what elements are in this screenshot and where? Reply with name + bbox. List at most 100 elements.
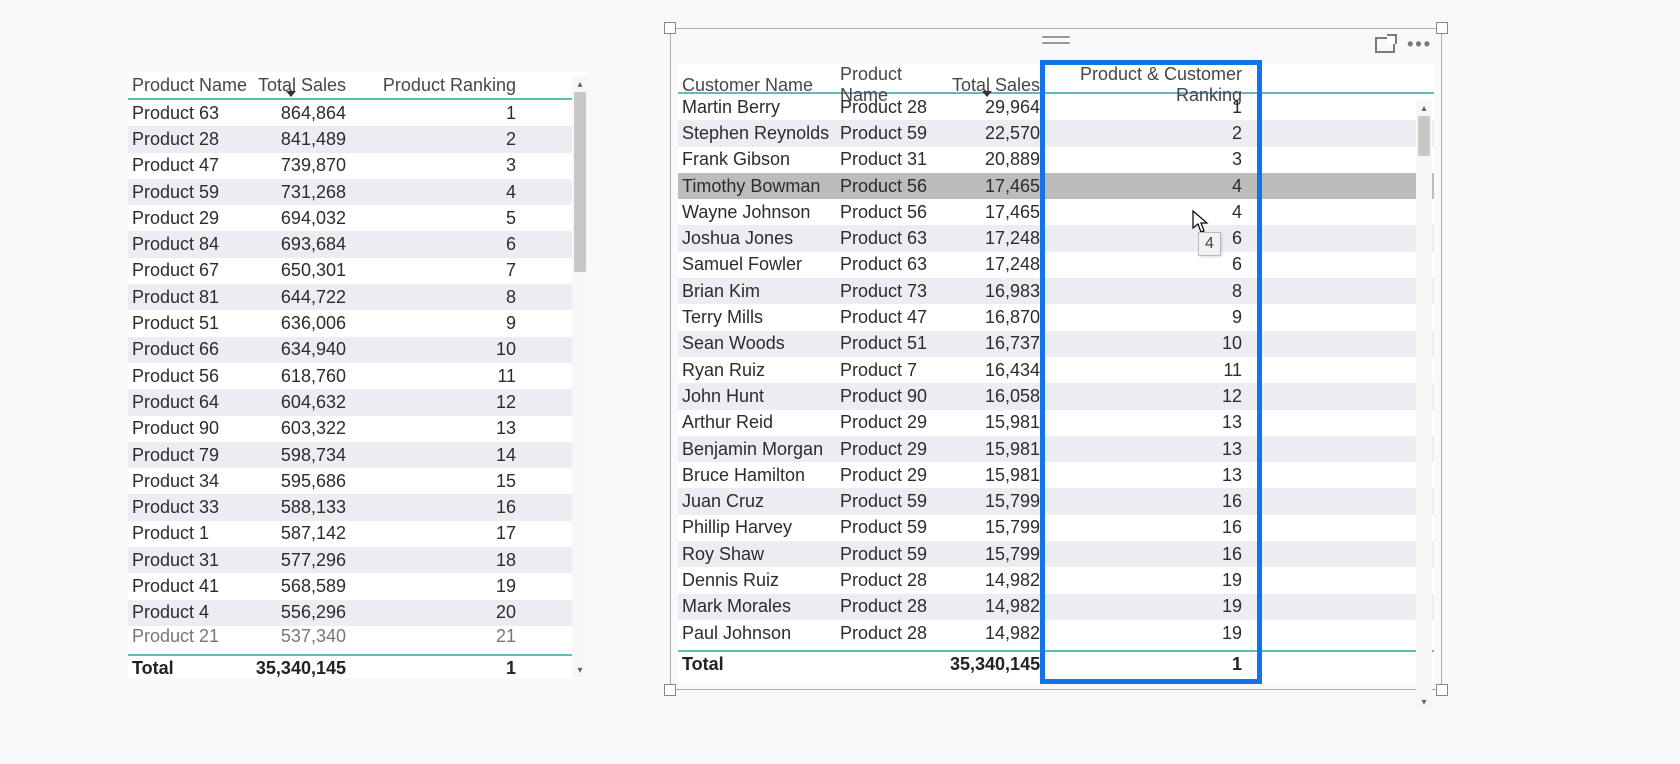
table-body[interactable]: Martin BerryProduct 2829,9641Stephen Rey… xyxy=(678,94,1434,650)
scroll-up-icon[interactable]: ▴ xyxy=(572,76,588,92)
table-row[interactable]: Product 67650,3017 xyxy=(128,258,588,284)
cell-customer: Arthur Reid xyxy=(682,412,840,433)
col-product-name[interactable]: Product Name xyxy=(132,75,254,96)
table-row[interactable]: Timothy BowmanProduct 5617,4654 xyxy=(678,173,1434,199)
table-row[interactable]: Product 47739,8703 xyxy=(128,153,588,179)
table-row[interactable]: Product 29694,0325 xyxy=(128,205,588,231)
table-row[interactable]: Product 90603,32213 xyxy=(128,416,588,442)
cell-sales: 604,632 xyxy=(254,392,364,413)
table-row[interactable]: Wayne JohnsonProduct 5617,4654 xyxy=(678,199,1434,225)
cell-rank: 10 xyxy=(364,339,534,360)
scroll-down-icon[interactable]: ▾ xyxy=(572,662,588,678)
cell-sales: 731,268 xyxy=(254,182,364,203)
cell-product: Product 59 xyxy=(840,123,950,144)
scrollbar-thumb[interactable] xyxy=(574,92,586,272)
resize-handle-br[interactable] xyxy=(1436,684,1448,696)
resize-handle-bl[interactable] xyxy=(664,684,676,696)
table-row[interactable]: Product 64604,63212 xyxy=(128,389,588,415)
table-row[interactable]: Product 4556,29620 xyxy=(128,600,588,626)
customer-product-ranking-table[interactable]: Customer Name Product Name Total Sales P… xyxy=(678,64,1434,682)
table-row[interactable]: Product 41568,58919 xyxy=(128,573,588,599)
table-row[interactable]: Frank GibsonProduct 3120,8893 xyxy=(678,147,1434,173)
cell-rank: 19 xyxy=(1042,623,1258,644)
table-row[interactable]: Product 79598,73414 xyxy=(128,442,588,468)
table-row[interactable]: Arthur ReidProduct 2915,98113 xyxy=(678,410,1434,436)
col-product-ranking[interactable]: Product Ranking xyxy=(364,75,534,96)
cell-rank: 6 xyxy=(1042,228,1258,249)
table-row[interactable]: Bruce HamiltonProduct 2915,98113 xyxy=(678,462,1434,488)
table-row[interactable]: Brian KimProduct 7316,9838 xyxy=(678,278,1434,304)
product-ranking-table[interactable]: Product Name Total Sales Product Ranking… xyxy=(128,72,588,678)
table-row[interactable]: Product 84693,6846 xyxy=(128,231,588,257)
cell-rank: 21 xyxy=(364,626,534,646)
cell-product: Product 73 xyxy=(840,281,950,302)
drag-handle-icon[interactable] xyxy=(1042,36,1070,44)
table-row[interactable]: Product 31577,29618 xyxy=(128,547,588,573)
col-total-sales[interactable]: Total Sales xyxy=(254,75,364,96)
cell-sales: 634,940 xyxy=(254,339,364,360)
cell-rank: 12 xyxy=(1042,386,1258,407)
table-row[interactable]: Product 33588,13316 xyxy=(128,494,588,520)
table-row[interactable]: Stephen ReynoldsProduct 5922,5702 xyxy=(678,120,1434,146)
table-row[interactable]: Product 63864,8641 xyxy=(128,100,588,126)
cell-sales: 16,058 xyxy=(950,386,1042,407)
table-row[interactable]: Product 21537,34021 xyxy=(128,626,588,646)
vertical-scrollbar[interactable]: ▴ ▾ xyxy=(1416,100,1432,710)
scrollbar-track[interactable] xyxy=(572,92,588,662)
scrollbar-track[interactable] xyxy=(1416,116,1432,694)
cell-product: Product 29 xyxy=(840,439,950,460)
table-row[interactable]: Product 59731,2684 xyxy=(128,179,588,205)
cell-rank: 13 xyxy=(1042,439,1258,460)
cell-rank: 18 xyxy=(364,550,534,571)
table-row[interactable]: John HuntProduct 9016,05812 xyxy=(678,383,1434,409)
table-row[interactable]: Dennis RuizProduct 2814,98219 xyxy=(678,567,1434,593)
table-body[interactable]: Product 63864,8641Product 28841,4892Prod… xyxy=(128,100,588,654)
col-total-sales[interactable]: Total Sales xyxy=(950,75,1042,96)
focus-mode-icon[interactable] xyxy=(1375,37,1395,53)
more-options-icon[interactable]: ••• xyxy=(1407,34,1432,55)
table-row[interactable]: Benjamin MorganProduct 2915,98113 xyxy=(678,436,1434,462)
table-row[interactable]: Roy ShawProduct 5915,79916 xyxy=(678,541,1434,567)
table-row[interactable]: Product 81644,7228 xyxy=(128,284,588,310)
total-label: Total xyxy=(132,658,254,679)
table-row[interactable]: Product 1587,14217 xyxy=(128,521,588,547)
cell-sales: 22,570 xyxy=(950,123,1042,144)
table-row[interactable]: Product 28841,4892 xyxy=(128,126,588,152)
table-row[interactable]: Sean WoodsProduct 5116,73710 xyxy=(678,331,1434,357)
cell-product: Product 59 xyxy=(840,544,950,565)
resize-handle-tr[interactable] xyxy=(1436,22,1448,34)
table-row[interactable]: Ryan RuizProduct 716,43411 xyxy=(678,357,1434,383)
col-customer-name[interactable]: Customer Name xyxy=(682,75,840,96)
cell-sales: 14,982 xyxy=(950,596,1042,617)
table-row[interactable]: Terry MillsProduct 4716,8709 xyxy=(678,304,1434,330)
table-row[interactable]: Martin BerryProduct 2829,9641 xyxy=(678,94,1434,120)
cell-sales: 537,340 xyxy=(254,626,364,646)
cell-sales: 864,864 xyxy=(254,103,364,124)
table-row[interactable]: Mark MoralesProduct 2814,98219 xyxy=(678,594,1434,620)
table-header[interactable]: Customer Name Product Name Total Sales P… xyxy=(678,64,1434,94)
cell-sales: 603,322 xyxy=(254,418,364,439)
table-row[interactable]: Product 56618,76011 xyxy=(128,363,588,389)
customer-product-ranking-visual[interactable]: ••• Customer Name Product Name Total Sal… xyxy=(670,28,1442,690)
table-row[interactable]: Product 66634,94010 xyxy=(128,337,588,363)
table-row[interactable]: Product 51636,0069 xyxy=(128,310,588,336)
cell-rank: 4 xyxy=(1042,202,1258,223)
table-row[interactable]: Product 34595,68615 xyxy=(128,468,588,494)
table-row[interactable]: Phillip HarveyProduct 5915,79916 xyxy=(678,515,1434,541)
scrollbar-thumb[interactable] xyxy=(1418,116,1430,156)
table-row[interactable]: Samuel FowlerProduct 6317,2486 xyxy=(678,252,1434,278)
cell-sales: 14,982 xyxy=(950,623,1042,644)
table-row[interactable]: Paul JohnsonProduct 2814,98219 xyxy=(678,620,1434,646)
resize-handle-tl[interactable] xyxy=(664,22,676,34)
table-header[interactable]: Product Name Total Sales Product Ranking xyxy=(128,72,588,100)
vertical-scrollbar[interactable]: ▴ ▾ xyxy=(572,76,588,678)
cell-rank: 15 xyxy=(364,471,534,492)
table-row[interactable]: Joshua JonesProduct 6317,2486 xyxy=(678,225,1434,251)
cell-product: Product 56 xyxy=(840,176,950,197)
table-row[interactable]: Juan CruzProduct 5915,79916 xyxy=(678,488,1434,514)
cell-customer: Bruce Hamilton xyxy=(682,465,840,486)
cell-rank: 16 xyxy=(1042,491,1258,512)
scroll-up-icon[interactable]: ▴ xyxy=(1416,100,1432,116)
cell-sales: 739,870 xyxy=(254,155,364,176)
scroll-down-icon[interactable]: ▾ xyxy=(1416,694,1432,710)
